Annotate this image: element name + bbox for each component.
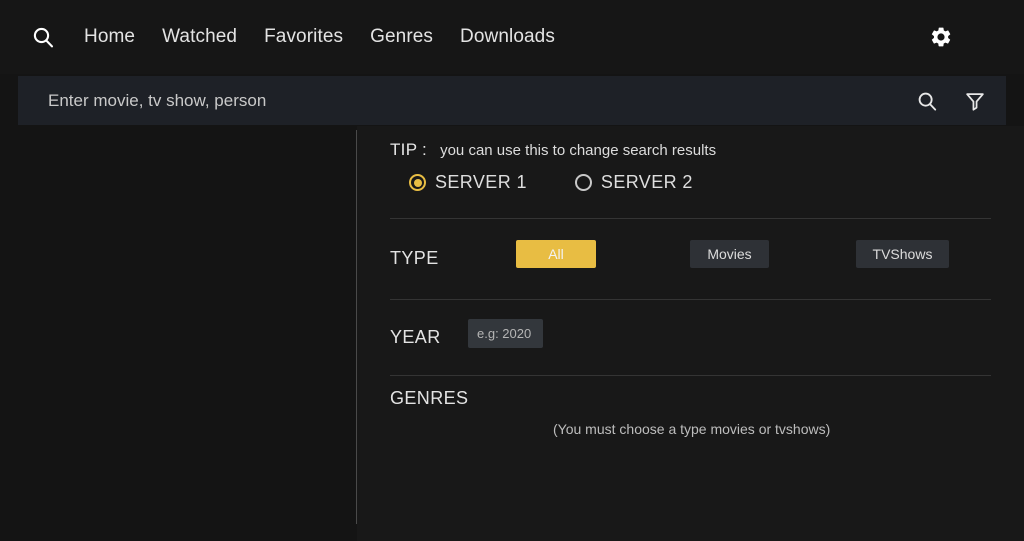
top-navbar: Home Watched Favorites Genres Downloads bbox=[0, 0, 1024, 74]
nav-item-home[interactable]: Home bbox=[84, 26, 135, 48]
genres-label: GENRES bbox=[390, 388, 469, 408]
radio-option-server-1[interactable]: SERVER 1 bbox=[409, 172, 527, 193]
nav-links: Home Watched Favorites Genres Downloads bbox=[84, 26, 555, 48]
type-button-all[interactable]: All bbox=[516, 240, 596, 268]
server-radio-group: SERVER 1 SERVER 2 bbox=[409, 172, 693, 193]
filter-funnel-icon[interactable] bbox=[960, 86, 990, 116]
tip-label: TIP : bbox=[390, 140, 428, 159]
type-button-tvshows[interactable]: TVShows bbox=[856, 240, 949, 268]
radio-option-server-2[interactable]: SERVER 2 bbox=[574, 172, 693, 193]
nav-item-downloads[interactable]: Downloads bbox=[460, 26, 555, 48]
radio-selected-icon bbox=[409, 174, 426, 191]
results-pane-empty bbox=[0, 126, 356, 541]
search-input[interactable] bbox=[34, 90, 894, 111]
separator-3 bbox=[390, 375, 991, 376]
search-submit-icon[interactable] bbox=[912, 86, 942, 116]
search-bar bbox=[18, 76, 1006, 125]
type-button-movies[interactable]: Movies bbox=[690, 240, 769, 268]
radio-unselected-icon bbox=[574, 174, 592, 191]
radio-dot bbox=[413, 178, 422, 187]
year-label: YEAR bbox=[390, 327, 441, 347]
radio-label-server-1: SERVER 1 bbox=[435, 172, 527, 192]
nav-item-favorites[interactable]: Favorites bbox=[264, 26, 343, 48]
type-row: TYPE All Movies TVShows bbox=[357, 240, 1024, 280]
nav-item-watched[interactable]: Watched bbox=[162, 26, 237, 48]
year-row: YEAR bbox=[357, 319, 1024, 359]
radio-label-server-2: SERVER 2 bbox=[600, 172, 693, 192]
tip-row: TIP : you can use this to change search … bbox=[390, 140, 716, 160]
search-icon[interactable] bbox=[30, 24, 56, 50]
filter-panel: TIP : you can use this to change search … bbox=[357, 126, 1024, 541]
separator-1 bbox=[390, 218, 991, 219]
year-input[interactable] bbox=[468, 319, 543, 348]
tip-text: you can use this to change search result… bbox=[440, 142, 717, 159]
gear-icon[interactable] bbox=[928, 24, 954, 50]
genres-hint: (You must choose a type movies or tvshow… bbox=[553, 421, 831, 437]
nav-item-genres[interactable]: Genres bbox=[370, 26, 433, 48]
type-label: TYPE bbox=[390, 248, 439, 268]
app-root: Home Watched Favorites Genres Downloads bbox=[0, 0, 1024, 541]
separator-2 bbox=[390, 299, 991, 300]
